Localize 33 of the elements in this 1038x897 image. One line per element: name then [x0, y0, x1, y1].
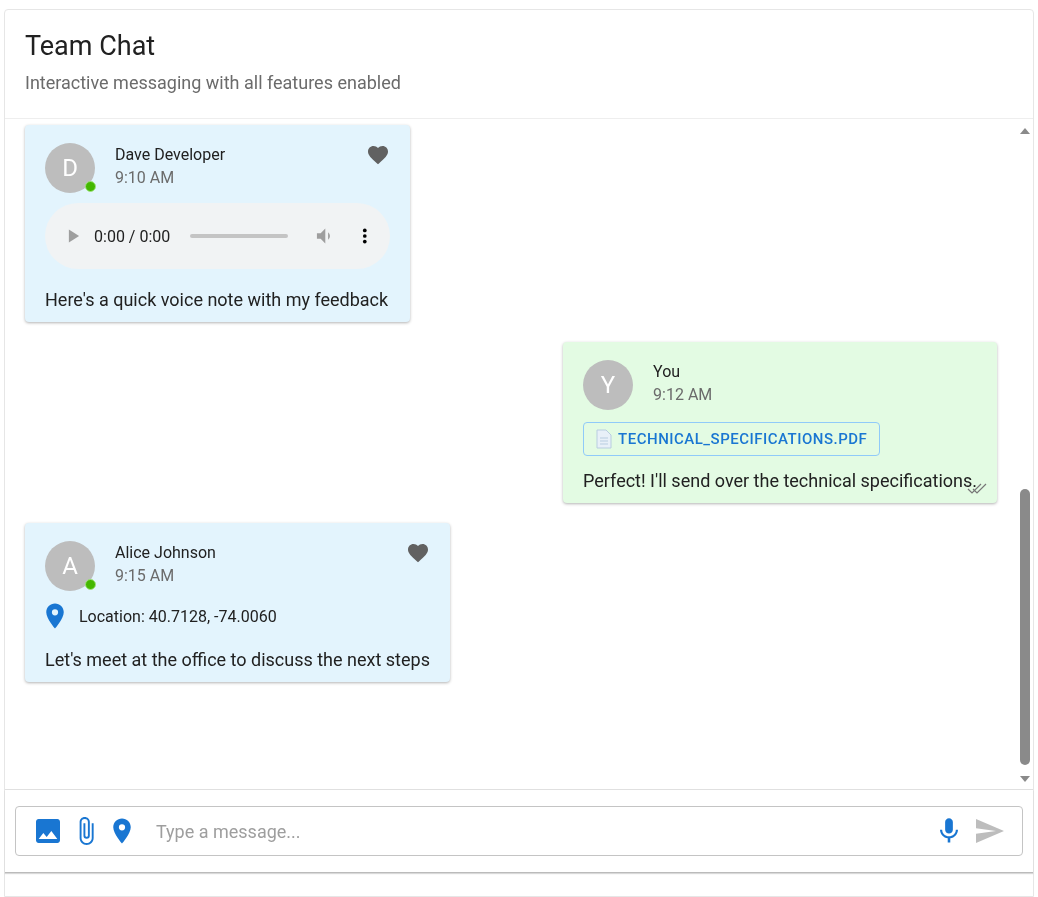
message-text: Here's a quick voice note with my feedback: [45, 289, 389, 310]
more-icon[interactable]: [362, 227, 368, 245]
message-text: Let's meet at the office to discuss the next steps: [45, 649, 430, 670]
image-icon[interactable]: [36, 819, 60, 843]
document-icon: [596, 429, 613, 449]
chat-title: Team Chat: [25, 30, 156, 62]
play-icon[interactable]: [67, 228, 81, 244]
avatar: Y: [583, 360, 634, 410]
chat-subtitle: Interactive messaging with all features enabled: [25, 72, 401, 93]
message-time: 9:10 AM: [115, 168, 176, 187]
message-composer[interactable]: Type a message...: [15, 806, 1023, 856]
location-pin-icon[interactable]: [112, 818, 132, 844]
heart-icon[interactable]: [366, 143, 390, 167]
avatar: D: [45, 143, 95, 193]
paperclip-icon[interactable]: [78, 817, 94, 845]
message-input-field[interactable]: Type a message...: [154, 819, 922, 843]
scroll-up-arrow-icon[interactable]: [1020, 127, 1030, 135]
scroll-down-arrow-icon[interactable]: [1020, 775, 1030, 783]
message-text: Perfect! I'll send over the technical specifications.: [583, 470, 977, 491]
microphone-icon[interactable]: [940, 818, 958, 844]
file-attachment-link[interactable]: TECHNICAL_SPECIFICATIONS.PDF: [583, 422, 881, 456]
audio-player[interactable]: 0:00 / 0:00: [45, 203, 390, 269]
audio-time: 0:00 / 0:00: [94, 226, 171, 246]
heart-icon[interactable]: [405, 541, 430, 565]
location-text: Location: 40.7128, -74.0060: [79, 606, 277, 626]
avatar: A: [45, 541, 95, 591]
location-pin-icon: [45, 603, 65, 629]
message-time: 9:12 AM: [653, 385, 714, 404]
sender-name: Alice Johnson: [115, 543, 217, 562]
sender-name: Dave Developer: [115, 145, 227, 164]
sender-name: You: [653, 362, 682, 381]
audio-progress-track[interactable]: [190, 234, 288, 238]
message-time: 9:15 AM: [115, 566, 176, 585]
